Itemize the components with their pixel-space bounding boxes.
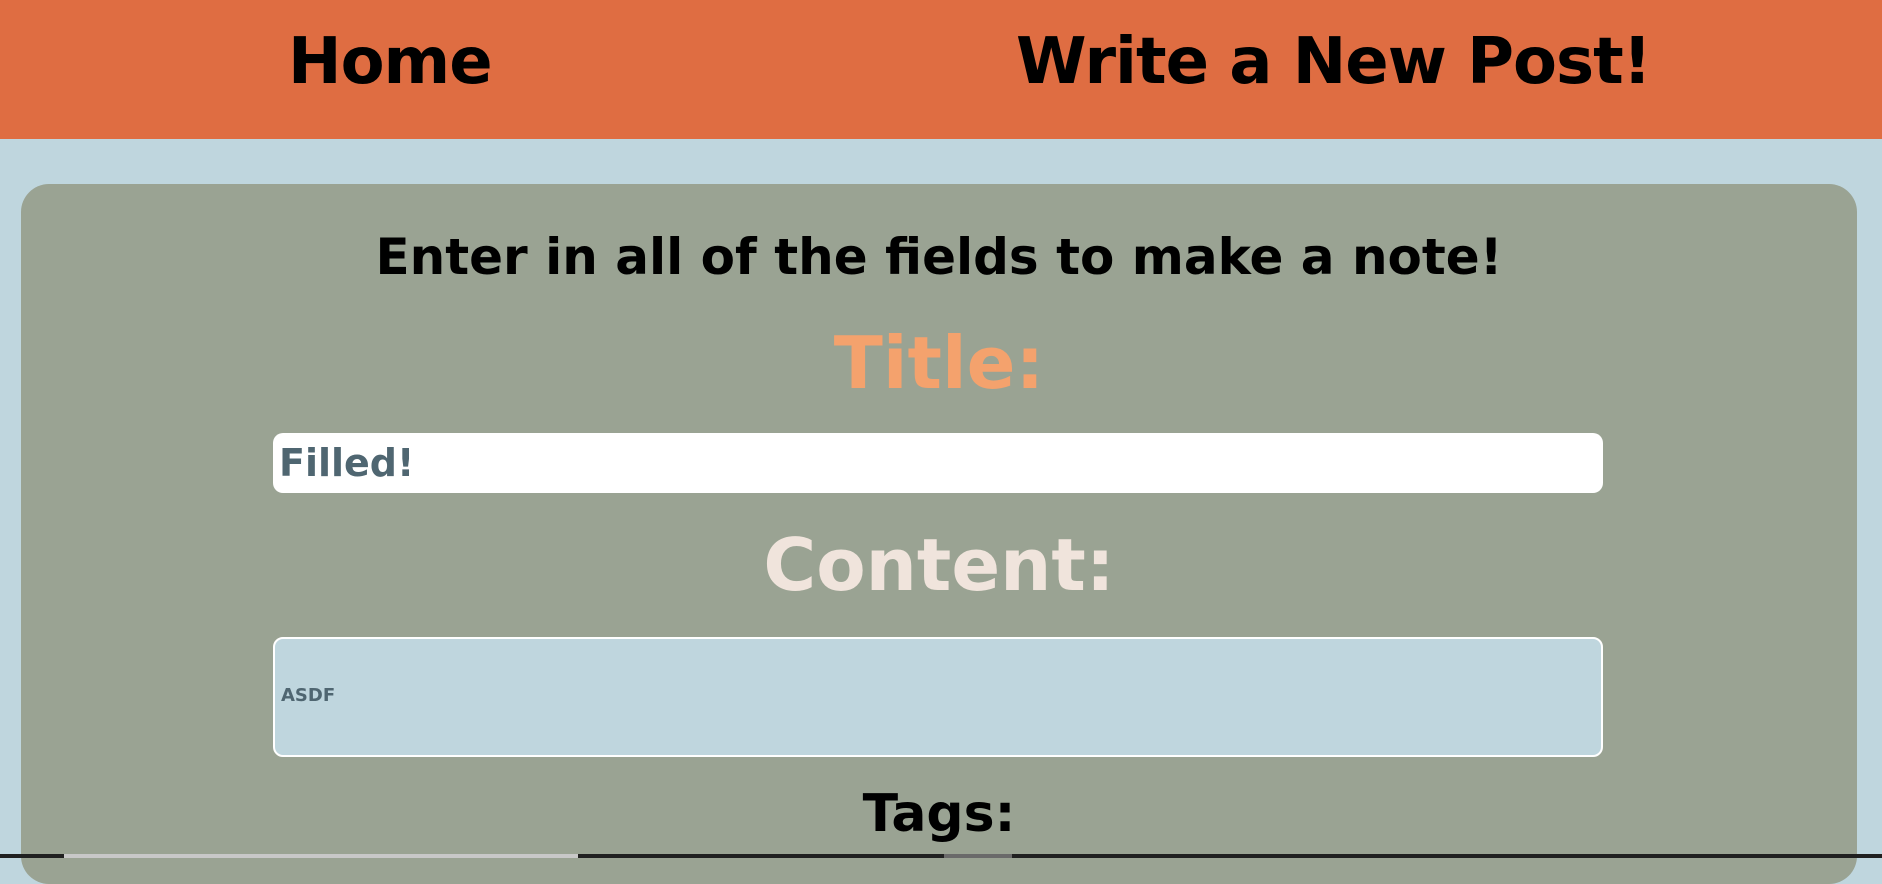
- top-navbar: Home Write a New Post!: [0, 0, 1882, 139]
- scrollbar-marker: [944, 854, 1012, 858]
- scrollbar-thumb[interactable]: [64, 854, 578, 858]
- content-label: Content:: [763, 523, 1115, 607]
- nav-new-post-link[interactable]: Write a New Post!: [1016, 22, 1652, 102]
- tags-label: Tags:: [862, 784, 1016, 844]
- bottom-scrollbar[interactable]: [0, 854, 1882, 858]
- title-label: Title:: [833, 321, 1045, 405]
- title-input[interactable]: [273, 433, 1603, 493]
- nav-home-link[interactable]: Home: [288, 22, 493, 102]
- form-instructions: Enter in all of the fields to make a not…: [375, 228, 1503, 286]
- content-textarea[interactable]: ASDF: [273, 637, 1603, 757]
